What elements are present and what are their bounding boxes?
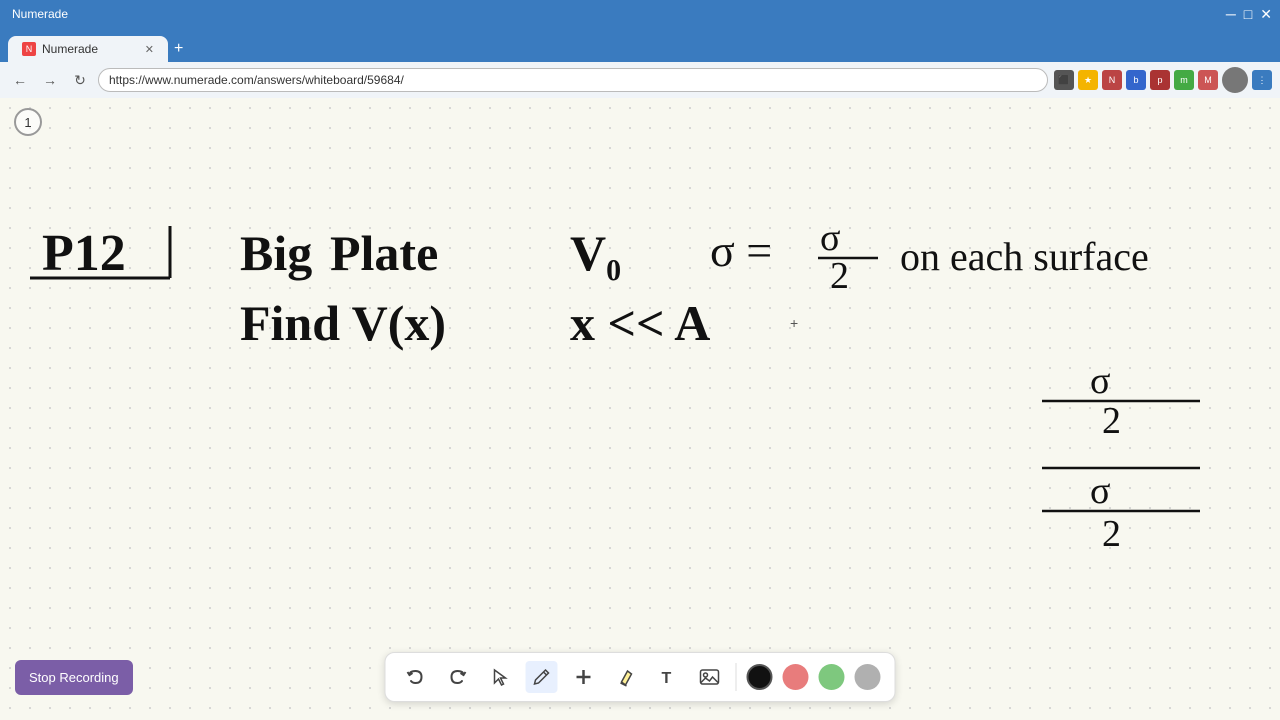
svg-text:x << A: x << A — [570, 295, 710, 351]
maximize-btn[interactable]: □ — [1244, 6, 1252, 23]
tab-close-btn[interactable]: ✕ — [145, 43, 154, 56]
undo-btn[interactable] — [400, 661, 432, 693]
gmail-icon: M — [1198, 70, 1218, 90]
page-number: 1 — [24, 115, 31, 130]
svg-text:σ: σ — [1090, 470, 1110, 512]
new-tab-btn[interactable]: + — [174, 40, 183, 58]
bookmark-icon[interactable]: ★ — [1078, 70, 1098, 90]
svg-text:2: 2 — [830, 255, 849, 297]
svg-text:on each surface: on each surface — [900, 234, 1149, 279]
ext3-icon: p — [1150, 70, 1170, 90]
page-indicator: 1 — [14, 108, 42, 136]
profile-icon[interactable] — [1222, 67, 1248, 93]
handwriting-content: P12 Big Plate V₀ σ = σ 2 on each surface… — [0, 198, 1280, 648]
svg-text:P12: P12 — [42, 225, 126, 282]
svg-text:σ: σ — [820, 217, 840, 259]
stop-recording-btn[interactable]: Stop Recording — [15, 660, 133, 695]
redo-btn[interactable] — [442, 661, 474, 693]
svg-text:V₀: V₀ — [570, 225, 621, 281]
nav-bar: ← → ↻ https://www.numerade.com/answers/w… — [0, 62, 1280, 98]
svg-text:+: + — [790, 315, 798, 331]
text-btn[interactable]: T — [652, 661, 684, 693]
add-btn[interactable] — [568, 661, 600, 693]
window-title: Numerade — [12, 7, 68, 21]
address-bar[interactable]: https://www.numerade.com/answers/whitebo… — [98, 68, 1048, 92]
svg-text:2: 2 — [1102, 400, 1121, 442]
whiteboard[interactable]: 1 P12 Big Plate V₀ σ = σ 2 on each surfa… — [0, 98, 1280, 720]
ext5-icon: ⋮ — [1252, 70, 1272, 90]
image-btn[interactable] — [694, 661, 726, 693]
title-bar: Numerade ─ □ ✕ — [0, 0, 1280, 28]
toolbar-separator — [736, 663, 737, 691]
color-pink-btn[interactable] — [783, 664, 809, 690]
back-btn[interactable]: ← — [8, 68, 32, 92]
pen-btn[interactable] — [526, 661, 558, 693]
svg-text:Find V(x): Find V(x) — [240, 295, 446, 351]
nav-icons: ⬛ ★ N b p m M ⋮ — [1054, 67, 1272, 93]
svg-text:2: 2 — [1102, 513, 1121, 555]
ext4-icon: m — [1174, 70, 1194, 90]
close-btn[interactable]: ✕ — [1260, 6, 1272, 23]
color-gray-btn[interactable] — [855, 664, 881, 690]
svg-text:T: T — [662, 670, 672, 687]
browser-chrome: Numerade ─ □ ✕ N Numerade ✕ + ← → ↻ http… — [0, 0, 1280, 98]
refresh-btn[interactable]: ↻ — [68, 68, 92, 92]
color-black-btn[interactable] — [747, 664, 773, 690]
svg-text:Big: Big — [240, 225, 312, 281]
forward-btn[interactable]: → — [38, 68, 62, 92]
tab-bar: N Numerade ✕ + — [0, 28, 1280, 62]
select-btn[interactable] — [484, 661, 516, 693]
url-text: https://www.numerade.com/answers/whitebo… — [109, 73, 404, 87]
toolbar: T — [385, 652, 896, 702]
tab-title: Numerade — [42, 42, 98, 56]
color-green-btn[interactable] — [819, 664, 845, 690]
svg-text:σ: σ — [1090, 360, 1110, 402]
extensions-icon: ⬛ — [1054, 70, 1074, 90]
ext1-icon: N — [1102, 70, 1122, 90]
active-tab[interactable]: N Numerade ✕ — [8, 36, 168, 62]
highlight-btn[interactable] — [610, 661, 642, 693]
tab-favicon: N — [22, 42, 36, 56]
svg-text:Plate: Plate — [330, 225, 438, 281]
minimize-btn[interactable]: ─ — [1226, 6, 1236, 23]
ext2-icon: b — [1126, 70, 1146, 90]
svg-text:σ =: σ = — [710, 225, 772, 276]
